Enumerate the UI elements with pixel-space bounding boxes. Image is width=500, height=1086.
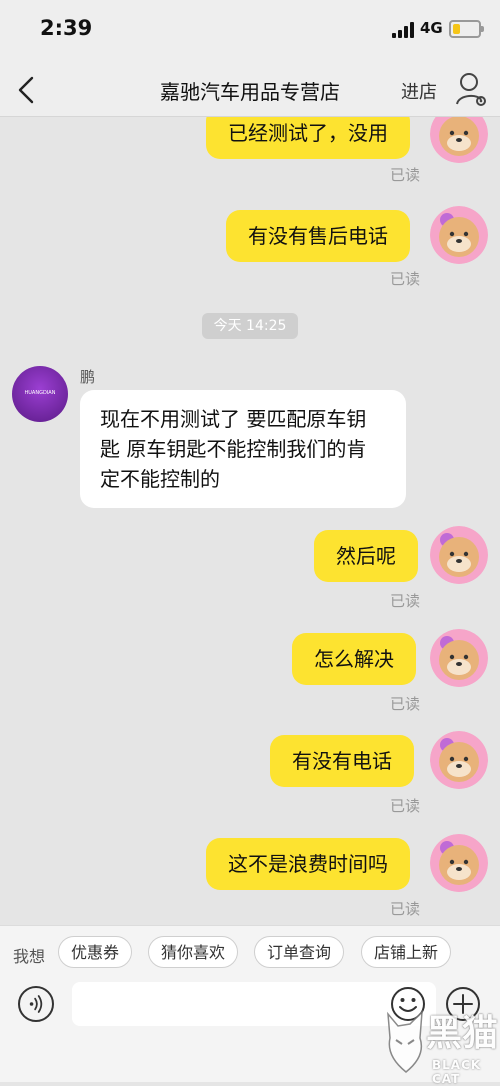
voice-icon[interactable] <box>18 986 54 1022</box>
message-bubble-mine[interactable]: 这不是浪费时间吗 <box>206 838 410 890</box>
page-title: 嘉驰汽车用品专营店 <box>160 80 340 104</box>
sender-name: 鹏 <box>80 368 96 386</box>
watermark-logo: 黑猫 BLACK CAT <box>380 1004 499 1086</box>
read-status: 已读 <box>389 695 420 713</box>
my-avatar[interactable] <box>430 526 488 584</box>
user-settings-icon[interactable] <box>455 70 487 108</box>
my-avatar[interactable] <box>430 206 488 264</box>
message-bubble-mine[interactable]: 然后呢 <box>314 530 418 582</box>
status-bar: 2:39 4G <box>0 0 500 64</box>
my-avatar[interactable] <box>430 834 488 892</box>
timestamp: 今天 14:25 <box>202 313 298 339</box>
read-status: 已读 <box>389 166 420 184</box>
message-bubble-mine[interactable]: 有没有售后电话 <box>226 210 410 262</box>
message-bubble-mine[interactable]: 有没有电话 <box>270 735 414 787</box>
battery-icon <box>449 20 481 38</box>
quick-reply-bar: 我想 优惠券 猜你喜欢 订单查询 店铺上新 <box>0 925 500 982</box>
my-avatar[interactable] <box>430 117 488 163</box>
read-status: 已读 <box>389 592 420 610</box>
chip-order-query[interactable]: 订单查询 <box>254 936 345 968</box>
read-status: 已读 <box>389 900 420 918</box>
chip-new-arrivals[interactable]: 店铺上新 <box>361 936 452 968</box>
message-bubble-shop[interactable]: 现在不用测试了 要匹配原车钥匙 原车钥匙不能控制我们的肯定不能控制的 <box>80 390 406 508</box>
chat-area[interactable]: 已经测试了，没用 已读 有没有售后电话 已读 今天 14:25 HUANGDIA… <box>0 117 500 925</box>
cat-logo-icon <box>387 1010 423 1073</box>
chip-coupons[interactable]: 优惠券 <box>58 936 133 968</box>
quick-reply-label: 我想 <box>13 947 46 966</box>
read-status: 已读 <box>389 270 420 288</box>
message-bubble-mine[interactable]: 已经测试了，没用 <box>206 117 410 159</box>
signal-icon <box>392 22 418 38</box>
nav-bar: 嘉驰汽车用品专营店 进店 <box>0 64 500 117</box>
shop-avatar[interactable]: HUANGDIAN <box>12 366 68 422</box>
battery-tip <box>481 26 484 32</box>
chip-recommend[interactable]: 猜你喜欢 <box>148 936 239 968</box>
message-bubble-mine[interactable]: 怎么解决 <box>292 633 416 685</box>
shop-avatar-brand: HUANGDIAN <box>24 390 56 396</box>
battery-level <box>453 24 461 34</box>
chevron-left-icon[interactable] <box>12 72 42 108</box>
read-status: 已读 <box>389 797 420 815</box>
my-avatar[interactable] <box>430 731 488 789</box>
watermark-cn: 黑猫 <box>426 1013 499 1054</box>
network-label: 4G <box>420 19 443 37</box>
status-time: 2:39 <box>40 16 93 40</box>
my-avatar[interactable] <box>430 629 488 687</box>
enter-store-button[interactable]: 进店 <box>401 78 437 104</box>
